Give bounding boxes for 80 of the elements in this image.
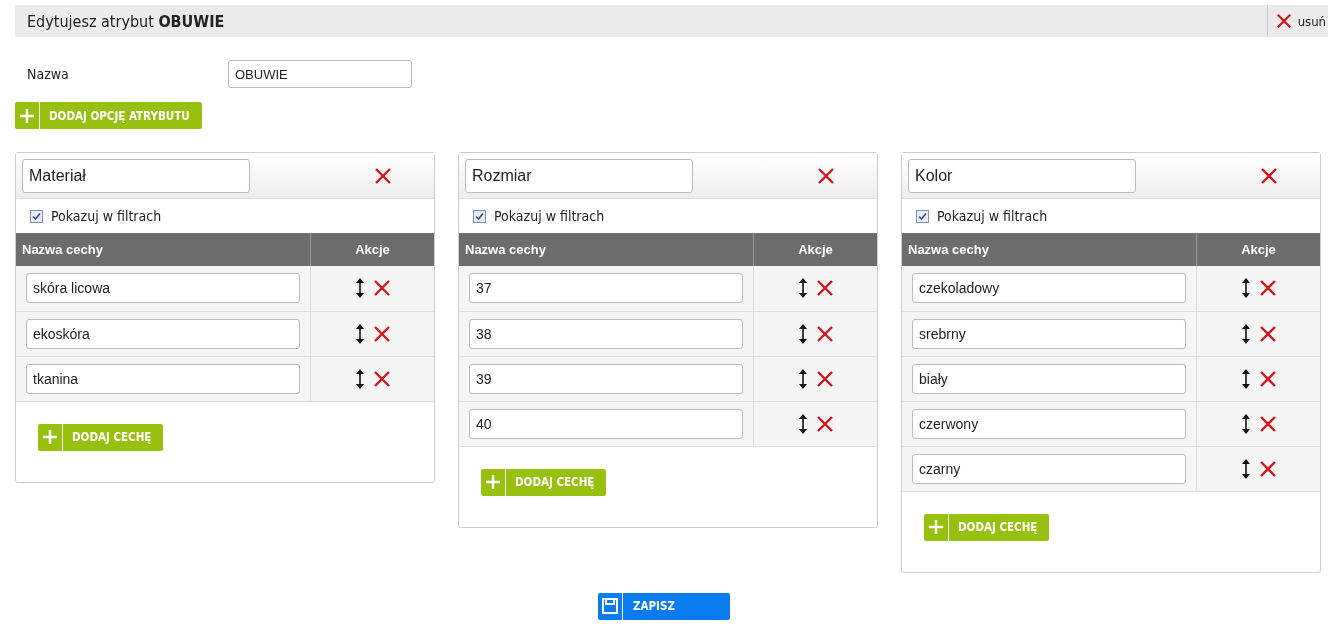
- delete-icon: [1260, 166, 1278, 185]
- remove-feature-button[interactable]: [815, 369, 834, 388]
- delete-icon: [1258, 414, 1277, 433]
- delete-icon: [817, 166, 835, 185]
- feature-input[interactable]: skóra licowa: [26, 273, 300, 304]
- feature-input[interactable]: srebrny: [912, 318, 1186, 349]
- save-icon: [602, 598, 618, 614]
- move-icon[interactable]: [354, 323, 365, 344]
- remove-feature-button[interactable]: [1258, 279, 1277, 298]
- remove-option-button[interactable]: [817, 166, 835, 185]
- column-header: Nazwa cechy: [459, 233, 754, 266]
- delete-icon: [374, 166, 392, 185]
- move-icon[interactable]: [354, 278, 365, 299]
- delete-icon: [815, 414, 834, 433]
- remove-feature-button[interactable]: [372, 279, 391, 298]
- plus-icon: [486, 475, 500, 489]
- remove-feature-button[interactable]: [1258, 369, 1277, 388]
- close-icon: [1275, 13, 1292, 29]
- column-header: Nazwa cechy: [16, 233, 311, 266]
- delete-icon: [372, 279, 391, 298]
- column-header: Nazwa cechy: [902, 233, 1197, 266]
- feature-input[interactable]: 39: [469, 363, 743, 394]
- checkbox[interactable]: [30, 209, 43, 223]
- move-icon[interactable]: [797, 413, 808, 434]
- remove-feature-button[interactable]: [1258, 459, 1277, 478]
- feature-input[interactable]: 37: [469, 273, 743, 304]
- remove-feature-button[interactable]: [1258, 414, 1277, 433]
- move-icon[interactable]: [1240, 413, 1251, 434]
- remove-feature-button[interactable]: [815, 414, 834, 433]
- feature-input[interactable]: ekoskóra: [26, 318, 300, 349]
- delete-icon: [1258, 369, 1277, 388]
- move-icon[interactable]: [1240, 323, 1251, 344]
- name-input[interactable]: OBUWIE: [228, 60, 412, 88]
- column-header: Akcje: [753, 233, 877, 266]
- delete-icon: [1258, 279, 1277, 298]
- remove-feature-button[interactable]: [372, 324, 391, 343]
- delete-icon: [815, 279, 834, 298]
- remove-option-button[interactable]: [374, 166, 392, 185]
- column-header: Akcje: [310, 233, 434, 266]
- move-icon[interactable]: [354, 368, 365, 389]
- move-icon[interactable]: [797, 278, 808, 299]
- checkbox-label: Pokazuj w filtrach: [937, 208, 1048, 224]
- move-icon[interactable]: [797, 323, 808, 344]
- plus-icon: [20, 108, 34, 123]
- checkbox-label: Pokazuj w filtrach: [51, 208, 162, 224]
- checkbox-label: Pokazuj w filtrach: [494, 208, 605, 224]
- save-button[interactable]: ZAPISZ: [598, 592, 730, 620]
- feature-input[interactable]: tkanina: [26, 363, 300, 394]
- delete-button[interactable]: usuń: [1266, 5, 1328, 37]
- remove-option-button[interactable]: [1260, 166, 1278, 185]
- feature-input[interactable]: czarny: [912, 453, 1186, 484]
- feature-input[interactable]: czekoladowy: [912, 273, 1186, 304]
- move-icon[interactable]: [797, 368, 808, 389]
- page-title: Edytujesz atrybut OBUWIE: [26, 11, 225, 31]
- option-name-input[interactable]: Kolor: [908, 158, 1136, 193]
- checkbox[interactable]: [473, 209, 486, 223]
- delete-icon: [815, 324, 834, 343]
- remove-feature-button[interactable]: [372, 369, 391, 388]
- plus-icon: [43, 430, 57, 444]
- column-header: Akcje: [1196, 233, 1320, 266]
- feature-input[interactable]: 38: [469, 318, 743, 349]
- delete-icon: [372, 324, 391, 343]
- delete-icon: [815, 369, 834, 388]
- feature-input[interactable]: 40: [469, 408, 743, 439]
- feature-input[interactable]: biały: [912, 363, 1186, 394]
- remove-feature-button[interactable]: [1258, 324, 1277, 343]
- field-label: Nazwa: [27, 66, 70, 82]
- move-icon[interactable]: [1240, 458, 1251, 479]
- remove-feature-button[interactable]: [815, 279, 834, 298]
- option-name-input[interactable]: Materiał: [22, 158, 250, 193]
- feature-input[interactable]: czerwony: [912, 408, 1186, 439]
- move-icon[interactable]: [1240, 278, 1251, 299]
- remove-feature-button[interactable]: [815, 324, 834, 343]
- option-name-input[interactable]: Rozmiar: [465, 158, 693, 193]
- plus-icon: [929, 520, 943, 534]
- delete-icon: [1258, 324, 1277, 343]
- checkbox[interactable]: [916, 209, 929, 223]
- move-icon[interactable]: [1240, 368, 1251, 389]
- delete-icon: [1258, 459, 1277, 478]
- delete-icon: [372, 369, 391, 388]
